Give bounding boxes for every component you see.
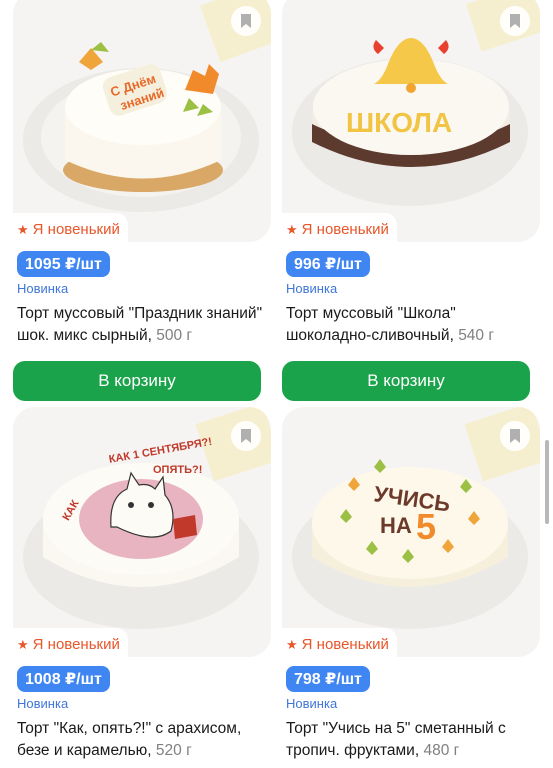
product-image[interactable]: КАК КАК 1 СЕНТЯБРЯ?! ОПЯТЬ?! ★ Я новеньк… bbox=[13, 407, 271, 657]
product-card[interactable]: С Днём знаний ★ Я новенький 1095 ₽/шт Но… bbox=[13, 0, 271, 401]
cake-text-8: НА bbox=[380, 513, 412, 538]
bookmark-button[interactable] bbox=[500, 421, 530, 451]
product-card[interactable]: УЧИСЬ НА 5 ★ Я новенький 798 ₽/шт Новинк… bbox=[282, 407, 540, 762]
bookmark-icon bbox=[510, 14, 520, 28]
bookmark-icon bbox=[241, 14, 251, 28]
add-to-cart-button[interactable]: В корзину bbox=[13, 361, 261, 401]
bookmark-button[interactable] bbox=[231, 6, 261, 36]
price-tag: 798 ₽/шт bbox=[286, 666, 370, 692]
product-image[interactable]: ШКОЛА ★ Я новенький bbox=[282, 0, 540, 242]
badge-label: Я новенький bbox=[301, 221, 389, 238]
price-tag: 996 ₽/шт bbox=[286, 251, 370, 277]
product-weight: 540 г bbox=[458, 327, 495, 344]
product-title[interactable]: Торт "Учись на 5" сметанный с тропич. фр… bbox=[286, 718, 536, 762]
new-badge: ★ Я новенький bbox=[282, 628, 397, 657]
badge-label: Я новенький bbox=[32, 221, 120, 238]
badge-label: Я новенький bbox=[32, 636, 120, 653]
product-card[interactable]: КАК КАК 1 СЕНТЯБРЯ?! ОПЯТЬ?! ★ Я новеньк… bbox=[13, 407, 271, 762]
price-tag: 1095 ₽/шт bbox=[17, 251, 110, 277]
product-weight: 500 г bbox=[156, 327, 193, 344]
product-weight: 480 г bbox=[423, 742, 460, 759]
star-icon: ★ bbox=[17, 222, 29, 237]
add-to-cart-button[interactable]: В корзину bbox=[282, 361, 530, 401]
status-label: Новинка bbox=[17, 281, 69, 296]
star-icon: ★ bbox=[286, 222, 298, 237]
cake-shkola-image: ШКОЛА bbox=[292, 0, 540, 206]
price-tag: 1008 ₽/шт bbox=[17, 666, 110, 692]
cake-kak-opyat-image: КАК КАК 1 СЕНТЯБРЯ?! ОПЯТЬ?! bbox=[23, 407, 271, 629]
cake-text-5: КАК 1 СЕНТЯБРЯ?! bbox=[108, 436, 213, 466]
product-weight: 520 г bbox=[155, 742, 192, 759]
product-image[interactable]: С Днём знаний ★ Я новенький bbox=[13, 0, 271, 242]
bookmark-button[interactable] bbox=[500, 6, 530, 36]
badge-label: Я новенький bbox=[301, 636, 389, 653]
product-title[interactable]: Торт муссовый "Праздник знаний" шок. мик… bbox=[17, 303, 267, 347]
star-icon: ★ bbox=[17, 637, 29, 652]
status-label: Новинка bbox=[17, 696, 69, 711]
product-title-text: Торт "Учись на 5" сметанный с тропич. фр… bbox=[286, 720, 506, 759]
product-grid: С Днём знаний ★ Я новенький 1095 ₽/шт Но… bbox=[0, 0, 553, 768]
bookmark-icon bbox=[241, 429, 251, 443]
cake-text-6: ОПЯТЬ?! bbox=[153, 464, 202, 476]
star-icon: ★ bbox=[286, 637, 298, 652]
product-image[interactable]: УЧИСЬ НА 5 ★ Я новенький bbox=[282, 407, 540, 657]
cake-uchis-na-5-image: УЧИСЬ НА 5 bbox=[292, 407, 540, 629]
status-label: Новинка bbox=[286, 696, 338, 711]
cake-text-9: 5 bbox=[416, 506, 436, 547]
product-title[interactable]: Торт муссовый "Школа" шоколадно-сливочны… bbox=[286, 303, 536, 347]
cake-text-3: ШКОЛА bbox=[346, 107, 452, 138]
bookmark-icon bbox=[510, 429, 520, 443]
new-badge: ★ Я новенький bbox=[13, 628, 128, 657]
product-title-text: Торт "Как, опять?!" с арахисом, безе и к… bbox=[17, 720, 242, 759]
cake-prazdnik-znaniy-image: С Днём знаний bbox=[23, 0, 271, 212]
product-title[interactable]: Торт "Как, опять?!" с арахисом, безе и к… bbox=[17, 718, 267, 762]
bookmark-button[interactable] bbox=[231, 421, 261, 451]
status-label: Новинка bbox=[286, 281, 338, 296]
product-title-text: Торт муссовый "Школа" шоколадно-сливочны… bbox=[286, 305, 456, 344]
product-card[interactable]: ШКОЛА ★ Я новенький 996 ₽/шт Новинка Тор… bbox=[282, 0, 540, 401]
product-title-text: Торт муссовый "Праздник знаний" шок. мик… bbox=[17, 305, 263, 344]
scrollbar[interactable] bbox=[545, 440, 549, 524]
new-badge: ★ Я новенький bbox=[13, 213, 128, 242]
new-badge: ★ Я новенький bbox=[282, 213, 397, 242]
